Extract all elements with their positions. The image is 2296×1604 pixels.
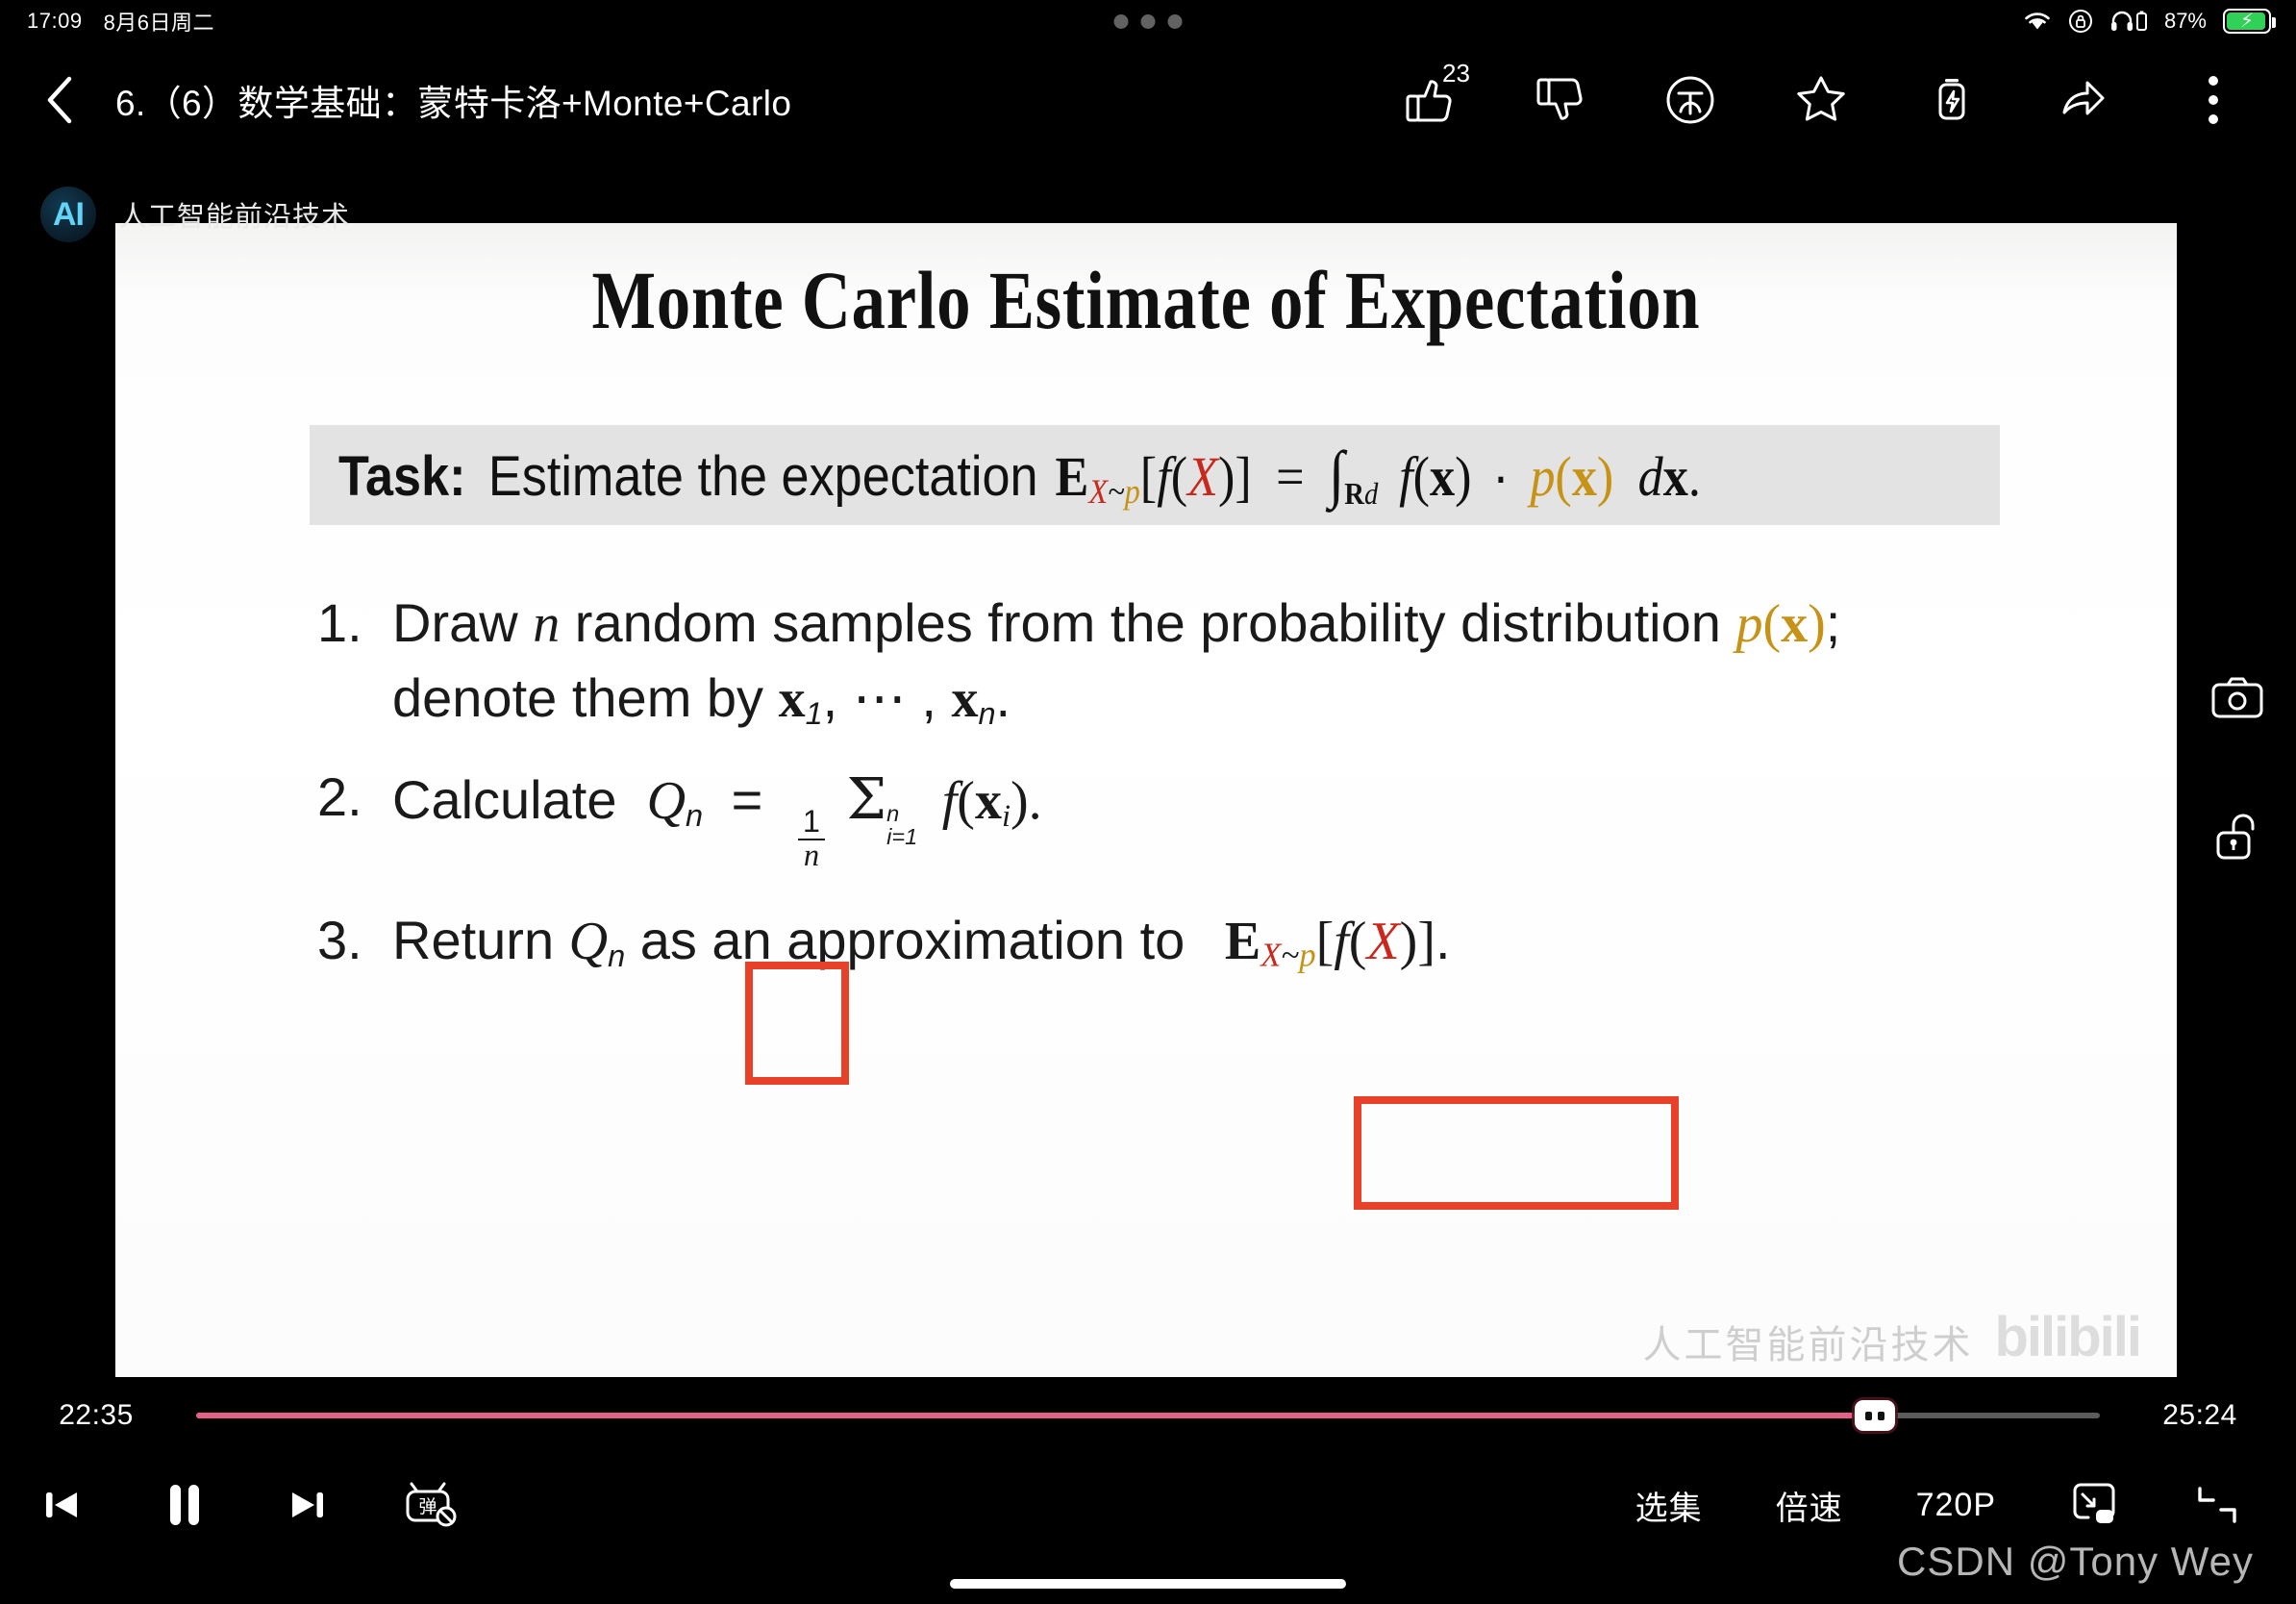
svg-text:弹: 弹 [418,1496,437,1517]
star-icon [1790,69,1852,131]
back-button[interactable] [27,73,94,127]
status-bar-left: 17:09 8月6日周二 [27,6,214,37]
pip-icon [2067,1481,2121,1529]
camera-icon [2209,673,2265,723]
danmaku-toggle-button[interactable]: 弹 [369,1442,492,1567]
task-line: Task: Estimate the expectation EX~p[f(X)… [338,439,1701,513]
task-band: Task: Estimate the expectation EX~p[f(X)… [310,425,2000,525]
status-bar-right: 87% ⚡ [2023,9,2276,34]
wifi-icon [2023,10,2052,33]
progress-track[interactable] [196,1400,2100,1431]
bottom-channel-name: 人工智能前沿技术 [1642,1324,1974,1366]
highlight-box-qn [745,962,849,1085]
step-number: 1. [317,592,362,653]
headphones-battery-icon [2109,9,2148,34]
battery-bolt-icon [1922,70,1982,130]
thumbs-down-icon [1530,70,1589,130]
fit-screen-icon [2192,1481,2242,1529]
playback-speed-button[interactable]: 倍速 [1739,1482,1880,1529]
previous-button[interactable] [0,1442,123,1567]
lock-button[interactable] [2212,806,2262,864]
battery-percent-label: 87% [2163,9,2207,33]
task-text: Estimate the expectation [487,444,1038,508]
status-date: 8月6日周二 [103,11,215,35]
share-arrow-icon [2052,70,2113,130]
skip-previous-icon [37,1480,87,1530]
step-item: 1. Draw n random samples from the probab… [317,589,2048,734]
highlight-box-expectation [1354,1096,1679,1210]
task-label: Task: [338,444,466,508]
step-text: Calculate Qn = 1n Σn i=1 f(xi). [392,765,1042,873]
like-count: 23 [1442,59,1470,88]
progress-played [196,1413,1876,1418]
video-player-surface[interactable]: AI 人工智能前沿技术 Monte Carlo Estimate of Expe… [40,187,2177,1377]
top-bar: 6.（6）数学基础：蒙特卡洛+Monte+Carlo 23 [0,42,2296,158]
step-number: 2. [317,766,362,828]
unlock-icon [2212,806,2262,864]
top-action-bar: 23 [1363,47,2279,153]
step-item: 3. Return Qn as an approximation to EX~p… [317,906,2048,977]
channel-name: 人工智能前沿技术 [119,202,351,233]
channel-logo: AI [40,187,96,242]
step-text: Return Qn as an approximation to EX~p[f(… [392,909,1451,974]
favorite-button[interactable] [1756,47,1886,153]
progress-bar-row: 22:35 25:24 [0,1389,2296,1442]
slide-steps: 1. Draw n random samples from the probab… [317,589,2048,998]
next-button[interactable] [246,1442,369,1567]
coin-circle-icon [1660,70,1720,130]
quality-button[interactable]: 720P [1880,1487,2033,1524]
home-indicator[interactable] [950,1579,1346,1589]
csdn-watermark: CSDN @Tony Wey [1897,1539,2254,1584]
step-number: 3. [317,909,362,970]
step-item: 2. Calculate Qn = 1n Σn i=1 f(xi). [317,763,2048,872]
playback-controls: 弹 [0,1442,492,1567]
battery-charging-icon: ⚡ [2223,9,2276,34]
rotation-lock-icon [2068,9,2093,34]
back-chevron-icon [40,73,81,127]
more-button[interactable] [2148,47,2279,153]
bilibili-logo: bilibili [1994,1306,2142,1368]
total-time-label: 25:24 [2162,1399,2237,1431]
progress-handle[interactable] [1855,1400,1896,1431]
pause-button[interactable] [123,1442,246,1567]
current-time-label: 22:35 [59,1399,134,1431]
step-text: Draw n random samples from the probabili… [392,592,1841,731]
status-time: 17:09 [27,9,83,33]
bottom-control-bar: 弹 选集 倍速 720P CSDN @Tony Wey [0,1442,2296,1584]
slide-title: Monte Carlo Estimate of Expectation [591,254,1701,346]
episode-list-button[interactable]: 选集 [1599,1482,1739,1529]
three-dots-vertical-icon [2204,72,2223,128]
screenshot-button[interactable] [2209,673,2265,723]
dislike-button[interactable] [1494,47,1625,153]
danmaku-off-icon: 弹 [403,1479,459,1531]
coin-button[interactable] [1625,47,1756,153]
like-button[interactable]: 23 [1363,47,1494,153]
page-title: 6.（6）数学基础：蒙特卡洛+Monte+Carlo [115,84,792,123]
camera-cutout-dots [1113,13,1183,29]
charge-button[interactable] [1886,47,2017,153]
side-control-bar [2209,673,2265,864]
share-button[interactable] [2017,47,2148,153]
bottom-watermark: 人工智能前沿技术 bilibili [1642,1305,2142,1369]
skip-next-icon [283,1480,333,1530]
task-formula: EX~p[f(X)] = ∫Rd f(x) · p(x) dx. [1055,439,1701,512]
channel-watermark: AI 人工智能前沿技术 [40,187,350,242]
pause-icon [159,1477,211,1533]
status-bar: 17:09 8月6日周二 87% ⚡ [0,0,2296,42]
